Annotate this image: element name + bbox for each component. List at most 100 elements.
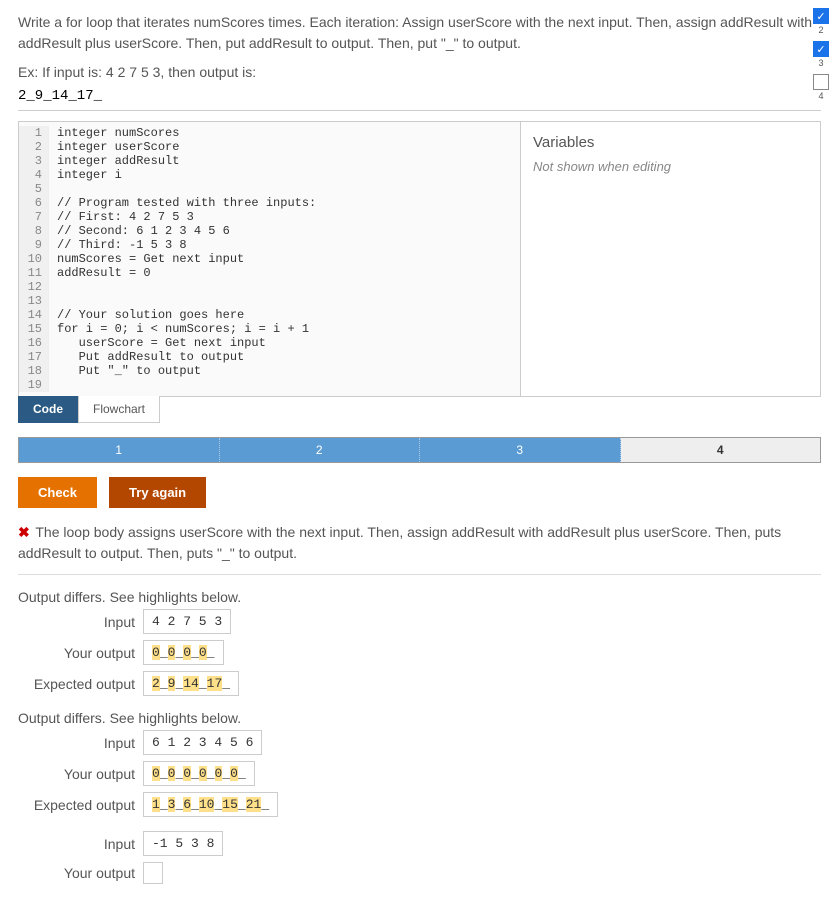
code-line[interactable]: 10numScores = Get next input <box>19 252 520 266</box>
tab-code[interactable]: Code <box>18 396 78 423</box>
variables-panel: Variables Not shown when editing <box>520 122 820 396</box>
code-line[interactable]: 7// First: 4 2 7 5 3 <box>19 210 520 224</box>
code-line[interactable]: 8// Second: 6 1 2 3 4 5 6 <box>19 224 520 238</box>
code-line[interactable]: 16 userScore = Get next input <box>19 336 520 350</box>
code-line[interactable]: 3integer addResult <box>19 154 520 168</box>
input-row: Input4 2 7 5 3 <box>18 609 821 634</box>
code-text: addResult = 0 <box>49 266 151 280</box>
try-again-button[interactable]: Try again <box>109 477 206 508</box>
output-token: _ <box>191 766 199 781</box>
output-differs-label: Output differs. See highlights below. <box>18 589 821 605</box>
checkbox-icon[interactable]: ✓ <box>813 8 829 24</box>
output-token: _ <box>191 797 199 812</box>
test-case: Output differs. See highlights below. Inp… <box>18 589 821 696</box>
code-line[interactable]: 17 Put addResult to output <box>19 350 520 364</box>
input-label: Input <box>18 836 143 852</box>
code-text: // First: 4 2 7 5 3 <box>49 210 194 224</box>
output-token: _ <box>207 645 215 660</box>
line-number: 15 <box>19 322 49 336</box>
output-token: _ <box>199 676 207 691</box>
code-line[interactable]: 13 <box>19 294 520 308</box>
progress-bar: 1234 <box>18 437 821 463</box>
code-text: // Program tested with three inputs: <box>49 196 316 210</box>
code-line[interactable]: 4integer i <box>19 168 520 182</box>
output-token: 0 <box>152 766 160 781</box>
code-text: integer userScore <box>49 140 179 154</box>
input-label: Input <box>18 614 143 630</box>
output-token: 0 <box>152 645 160 660</box>
output-token: 0 <box>199 766 207 781</box>
output-token: 0 <box>183 645 191 660</box>
code-line[interactable]: 1integer numScores <box>19 126 520 140</box>
output-token: 21 <box>246 797 262 812</box>
editor-panel: 1integer numScores2integer userScore3int… <box>18 121 821 397</box>
expected-output-value: 1_3_6_10_15_21_ <box>143 792 278 817</box>
code-line[interactable]: 2integer userScore <box>19 140 520 154</box>
line-number: 6 <box>19 196 49 210</box>
code-line[interactable]: 15for i = 0; i < numScores; i = i + 1 <box>19 322 520 336</box>
output-differs-label: Output differs. See highlights below. <box>18 710 821 726</box>
output-token: 0 <box>183 766 191 781</box>
line-number: 3 <box>19 154 49 168</box>
output-token: 15 <box>222 797 238 812</box>
input-value: -1 5 3 8 <box>143 831 223 856</box>
output-token: 0 <box>199 645 207 660</box>
progress-segment[interactable]: 2 <box>220 438 421 462</box>
example-output: 2_9_14_17_ <box>18 88 821 111</box>
line-number: 11 <box>19 266 49 280</box>
code-line[interactable]: 11addResult = 0 <box>19 266 520 280</box>
checkbox-number: 2 <box>813 25 829 35</box>
line-number: 18 <box>19 364 49 378</box>
code-line[interactable]: 12 <box>19 280 520 294</box>
problem-description: Write a for loop that iterates numScores… <box>18 12 821 54</box>
output-token: 17 <box>207 676 223 691</box>
checkbox-icon[interactable] <box>813 74 829 90</box>
your-output-value: 0_0_0_0_0_0_ <box>143 761 255 786</box>
progress-segment[interactable]: 1 <box>19 438 220 462</box>
line-number: 4 <box>19 168 49 182</box>
line-number: 19 <box>19 378 49 392</box>
output-token: 2 <box>152 676 160 691</box>
code-line[interactable]: 19 <box>19 378 520 392</box>
output-token: _ <box>238 797 246 812</box>
line-number: 2 <box>19 140 49 154</box>
your-output-value: 0_0_0_0_ <box>143 640 224 665</box>
progress-checkboxes: ✓2✓34 <box>813 8 829 101</box>
code-line[interactable]: 6// Program tested with three inputs: <box>19 196 520 210</box>
output-token: 14 <box>183 676 199 691</box>
your-output-label: Your output <box>18 766 143 782</box>
output-token: _ <box>261 797 269 812</box>
expected-output-label: Expected output <box>18 676 143 692</box>
progress-segment[interactable]: 4 <box>621 438 821 462</box>
line-number: 9 <box>19 238 49 252</box>
code-editor[interactable]: 1integer numScores2integer userScore3int… <box>19 122 520 396</box>
code-line[interactable]: 18 Put "_" to output <box>19 364 520 378</box>
code-line[interactable]: 9// Third: -1 5 3 8 <box>19 238 520 252</box>
test-case: Output differs. See highlights below. Inp… <box>18 710 821 817</box>
progress-segment[interactable]: 3 <box>420 438 621 462</box>
editor-tabs: Code Flowchart <box>18 396 821 423</box>
tab-flowchart[interactable]: Flowchart <box>78 396 160 423</box>
code-line[interactable]: 14// Your solution goes here <box>19 308 520 322</box>
output-token: 0 <box>230 766 238 781</box>
test-case: Input-1 5 3 8Your output <box>18 831 821 884</box>
code-line[interactable]: 5 <box>19 182 520 196</box>
line-number: 8 <box>19 224 49 238</box>
line-number: 16 <box>19 336 49 350</box>
code-text: integer i <box>49 168 122 182</box>
example-label: Ex: If input is: 4 2 7 5 3, then output … <box>18 64 821 80</box>
your-output-label: Your output <box>18 865 143 881</box>
check-button[interactable]: Check <box>18 477 97 508</box>
code-text <box>49 280 57 294</box>
line-number: 17 <box>19 350 49 364</box>
line-number: 5 <box>19 182 49 196</box>
checkbox-icon[interactable]: ✓ <box>813 41 829 57</box>
output-token: 10 <box>199 797 215 812</box>
output-token: _ <box>207 766 215 781</box>
input-label: Input <box>18 735 143 751</box>
output-token: _ <box>191 645 199 660</box>
line-number: 7 <box>19 210 49 224</box>
input-row: Input6 1 2 3 4 5 6 <box>18 730 821 755</box>
output-token: _ <box>222 676 230 691</box>
output-token: 6 <box>183 797 191 812</box>
